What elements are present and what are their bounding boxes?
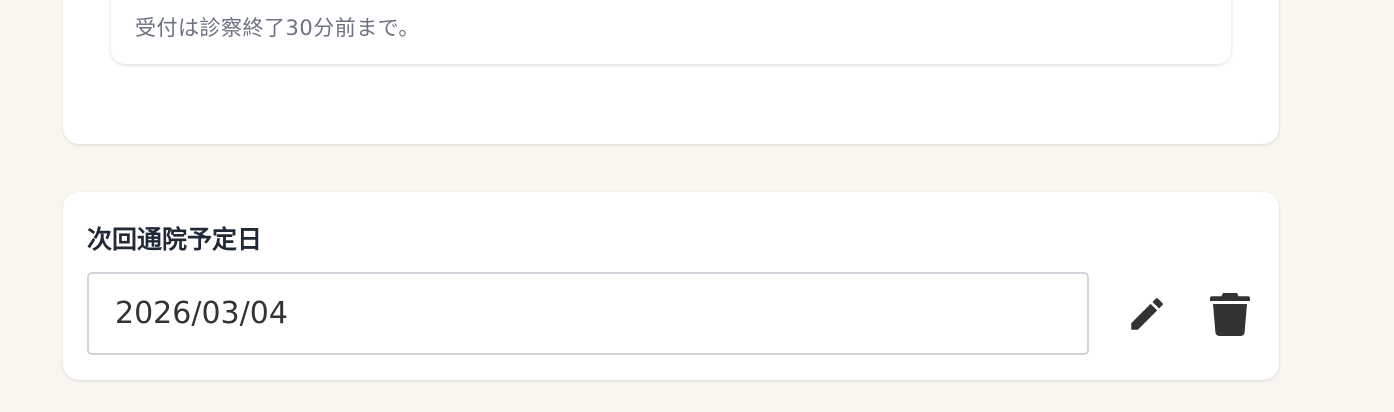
clinic-info-card: 受付は診察終了30分前まで。	[63, 0, 1279, 144]
reception-hours-card: 受付は診察終了30分前まで。	[111, 0, 1231, 64]
trash-icon	[1210, 293, 1250, 336]
pencil-icon	[1131, 298, 1163, 330]
reception-note: 受付は診察終了30分前まで。	[135, 16, 420, 40]
next-visit-title: 次回通院予定日	[87, 225, 263, 254]
edit-button[interactable]	[1123, 290, 1171, 338]
delete-button[interactable]	[1206, 290, 1254, 338]
next-visit-card: 次回通院予定日	[63, 192, 1279, 380]
next-visit-date-field[interactable]	[87, 272, 1089, 355]
